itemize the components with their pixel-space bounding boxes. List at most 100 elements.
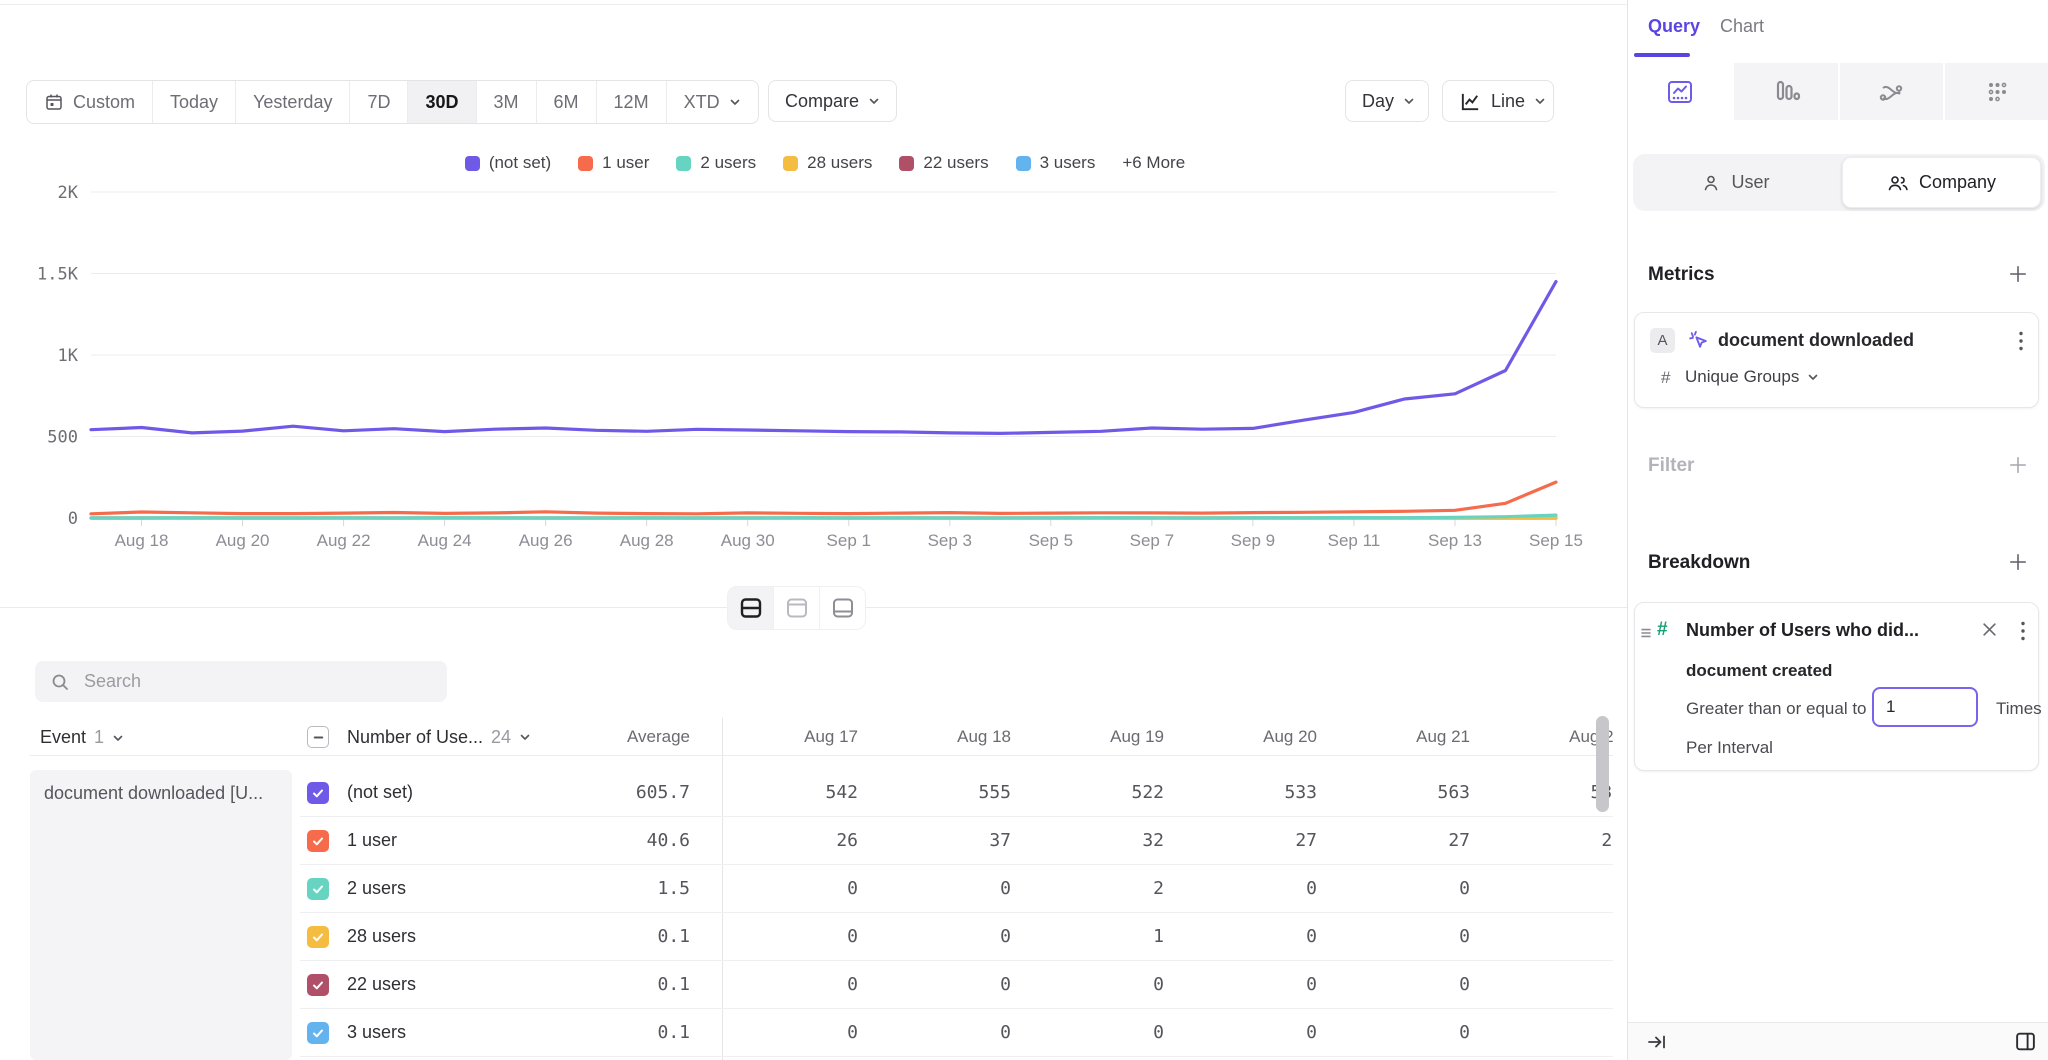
row-checkbox[interactable] xyxy=(307,926,329,948)
row-value: 0 xyxy=(1164,926,1317,947)
svg-text:Sep 15: Sep 15 xyxy=(1529,531,1583,550)
entity-user-segment[interactable]: User xyxy=(1637,158,1834,207)
svg-text:1K: 1K xyxy=(58,346,79,366)
select-all-checkbox[interactable] xyxy=(307,726,329,748)
row-average: 0.1 xyxy=(550,926,690,947)
person-icon xyxy=(1701,173,1721,193)
group-header-label: Number of Use... xyxy=(347,727,483,748)
table-row: 28 users0.1001000 xyxy=(300,913,1613,961)
svg-text:Aug 18: Aug 18 xyxy=(115,531,169,550)
svg-text:Aug 24: Aug 24 xyxy=(418,531,472,550)
row-average: 0.1 xyxy=(550,1022,690,1043)
entity-company-segment[interactable]: Company xyxy=(1842,157,2041,208)
metric-menu-icon[interactable] xyxy=(2018,329,2024,353)
row-value: 0 xyxy=(1317,926,1470,947)
event-column-header[interactable]: Event 1 xyxy=(40,727,124,748)
row-value: 537 xyxy=(1470,782,1613,803)
vertical-scrollbar[interactable] xyxy=(1596,716,1609,812)
event-click-icon xyxy=(1687,329,1710,357)
row-value: 0 xyxy=(705,926,858,947)
add-metric-button[interactable] xyxy=(2006,262,2030,286)
row-value: 0 xyxy=(858,974,1011,995)
svg-text:Sep 11: Sep 11 xyxy=(1328,531,1381,550)
row-label: 3 users xyxy=(340,1022,550,1043)
row-value: 0 xyxy=(858,878,1011,899)
breakdown-condition-label: Greater than or equal to xyxy=(1686,699,1867,719)
row-value: 0 xyxy=(1470,926,1613,947)
entity-company-label: Company xyxy=(1919,172,1996,193)
tab-chart[interactable]: Chart xyxy=(1720,16,1764,37)
split-view-icon[interactable] xyxy=(2014,1030,2037,1053)
add-filter-button[interactable] xyxy=(2006,453,2030,477)
row-value: 27 xyxy=(1317,830,1470,851)
measure-dropdown[interactable]: Unique Groups xyxy=(1685,367,1819,387)
search-box xyxy=(35,661,447,702)
row-value: 0 xyxy=(1011,974,1164,995)
layout-chart-only-button[interactable] xyxy=(774,586,820,630)
dot-grid-icon xyxy=(1982,77,2012,107)
row-value: 2 xyxy=(1011,878,1164,899)
retention-chart-tab[interactable] xyxy=(1943,63,2048,120)
svg-text:0: 0 xyxy=(68,509,78,529)
row-value: 533 xyxy=(1164,782,1317,803)
panel-bottom-bar xyxy=(1628,1022,2048,1060)
svg-text:Aug 22: Aug 22 xyxy=(317,531,371,550)
collapse-panel-icon[interactable] xyxy=(1646,1031,1668,1053)
row-value: 0 xyxy=(705,1022,858,1043)
row-label: 22 users xyxy=(340,974,550,995)
row-label: 28 users xyxy=(340,926,550,947)
tab-query[interactable]: Query xyxy=(1648,16,1700,37)
row-value: 0 xyxy=(1470,878,1613,899)
row-value: 0 xyxy=(858,926,1011,947)
query-panel: Query Chart xyxy=(1627,0,2048,1060)
row-checkbox[interactable] xyxy=(307,782,329,804)
drag-handle-icon[interactable] xyxy=(1639,625,1653,641)
event-list-item[interactable]: document downloaded [U... xyxy=(30,770,292,817)
filter-heading: Filter xyxy=(1648,455,1694,477)
table-row: (not set)605.7542555522533563537 xyxy=(300,769,1613,817)
row-value: 0 xyxy=(1317,974,1470,995)
metric-event-name[interactable]: document downloaded xyxy=(1718,330,1914,351)
row-checkbox[interactable] xyxy=(307,830,329,852)
chevron-down-icon xyxy=(1807,371,1819,383)
app-window: CustomTodayYesterday7D30D3M6M12MXTD Comp… xyxy=(0,0,2048,1060)
table-row: 1 user40.6263732272728 xyxy=(300,817,1613,865)
svg-text:500: 500 xyxy=(47,428,78,448)
breakdown-menu-icon[interactable] xyxy=(2020,619,2026,643)
row-value: 0 xyxy=(1317,1022,1470,1043)
segmentation-chart-tab[interactable] xyxy=(1628,63,1732,120)
row-average: 40.6 xyxy=(550,830,690,851)
chart-type-tabs xyxy=(1628,63,2048,120)
add-breakdown-button[interactable] xyxy=(2006,550,2030,574)
breakdown-value-input[interactable] xyxy=(1872,687,1978,727)
breakdown-hash-icon: # xyxy=(1657,619,1668,641)
row-checkbox[interactable] xyxy=(307,878,329,900)
row-value: 0 xyxy=(1470,974,1613,995)
row-checkbox[interactable] xyxy=(307,1022,329,1044)
svg-text:Sep 13: Sep 13 xyxy=(1428,531,1482,550)
svg-text:Sep 3: Sep 3 xyxy=(928,531,972,550)
metric-card: A document downloaded # Unique Groups xyxy=(1634,312,2039,408)
breakdown-per-interval-label: Per Interval xyxy=(1686,738,1773,758)
search-icon xyxy=(50,672,70,692)
close-icon[interactable] xyxy=(1981,621,1998,638)
layout-table-only-button[interactable] xyxy=(820,586,866,630)
chevron-down-icon xyxy=(519,731,531,743)
metric-letter-badge: A xyxy=(1650,328,1675,353)
group-column-header[interactable]: Number of Use...24 xyxy=(340,727,550,748)
flow-chart-tab[interactable] xyxy=(1838,63,1944,120)
funnel-chart-tab[interactable] xyxy=(1732,63,1838,120)
svg-text:2K: 2K xyxy=(58,183,79,203)
row-average: 0.1 xyxy=(550,974,690,995)
layout-toggle-group xyxy=(727,586,866,630)
row-value: 27 xyxy=(1164,830,1317,851)
search-input[interactable] xyxy=(82,670,432,693)
event-header-label: Event xyxy=(40,727,86,748)
layout-split-button[interactable] xyxy=(727,586,774,630)
date-column-header: Aug 18 xyxy=(858,727,1011,747)
date-column-header: Aug 20 xyxy=(1164,727,1317,747)
row-value: 0 xyxy=(1164,878,1317,899)
svg-text:Aug 20: Aug 20 xyxy=(216,531,270,550)
row-value: 0 xyxy=(1164,974,1317,995)
row-checkbox[interactable] xyxy=(307,974,329,996)
